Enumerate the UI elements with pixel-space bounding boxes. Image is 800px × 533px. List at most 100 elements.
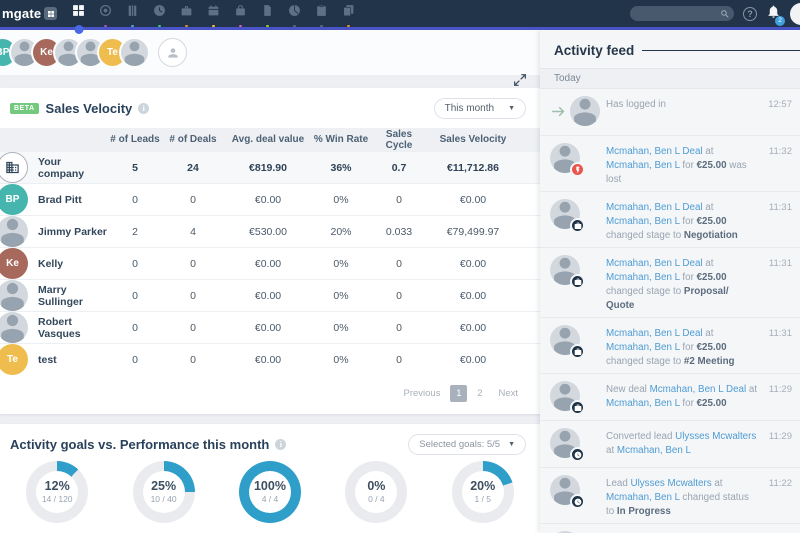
table-cell: 0% [310, 258, 372, 270]
logo-badge-icon [44, 7, 57, 20]
feed-item[interactable]: Mcmahan, Ben L Deal at Mcmahan, Ben L fo… [540, 318, 800, 374]
expand-feed-button[interactable] [512, 72, 530, 90]
nav-item-products[interactable] [227, 0, 254, 27]
table-body: Your company 524€819.9036%0.7€11,712.86 … [0, 151, 540, 375]
info-icon[interactable]: i [138, 103, 149, 114]
nav-item-companies[interactable] [119, 0, 146, 27]
column-header: # of Deals [160, 134, 226, 145]
feed-item-text: New deal Mcmahan, Ben L Deal at Mcmahan,… [606, 381, 764, 416]
beta-badge: BETA [10, 103, 39, 114]
logo-text: mgate [2, 6, 41, 21]
info-icon[interactable]: i [275, 439, 286, 450]
feed-item[interactable]: New deal Mcmahan, Ben L Deal at Mcmahan,… [540, 374, 800, 421]
column-header: Sales Cycle [372, 129, 426, 151]
table-row[interactable]: Jimmy Parker 24€530.0020%0.033€79,499.97 [0, 215, 540, 247]
next-page-button[interactable]: Next [492, 385, 524, 402]
app-logo[interactable]: mgate [0, 6, 57, 21]
table-row[interactable]: Tetest 00€0.000%0€0.00 [0, 343, 540, 375]
notifications-button[interactable]: 2 [766, 4, 781, 24]
table-row[interactable]: KeKelly 00€0.000%0€0.00 [0, 247, 540, 279]
feed-text-segment: at [606, 445, 617, 456]
global-search-input[interactable] [630, 6, 734, 21]
active-nav-indicator [74, 25, 83, 34]
feed-item[interactable]: Mcmahan, Ben L Deal at Mcmahan, Ben L fo… [540, 192, 800, 248]
feed-link[interactable]: Ulysses Mcwalters [631, 478, 712, 489]
navbar-right-tools: ? 2 [630, 3, 800, 25]
page-button-2[interactable]: 2 [471, 385, 488, 402]
selected-goals-dropdown[interactable]: Selected goals: 5/5 ▼ [408, 434, 526, 455]
goal-meetings-planned: 100% 4 / 4 Meetings planned [217, 461, 323, 533]
user-avatar[interactable] [790, 3, 800, 25]
row-name: Marry Sullinger [38, 284, 110, 308]
period-selector-dropdown[interactable]: This month ▼ [434, 98, 526, 119]
feed-link[interactable]: Mcmahan, Ben L [606, 342, 680, 353]
feed-item[interactable]: Lead Ulysses Mcwalters at Mcmahan, Ben L… [540, 468, 800, 524]
app-window: mgate [0, 0, 800, 533]
table-cell: 0% [310, 354, 372, 366]
pagination: Previous 12 Next [0, 375, 540, 414]
feed-bold-text: Negotiation [684, 230, 738, 241]
feed-item[interactable]: Lead Ulysses Mcwalters at Mcmahan, Ben L… [540, 524, 800, 533]
expand-icon [512, 72, 528, 88]
table-cell: €0.00 [426, 290, 520, 302]
table-row[interactable]: BPBrad Pitt 00€0.000%0€0.00 [0, 183, 540, 215]
nav-item-deals[interactable] [173, 0, 200, 27]
feed-text-segment: Lead [606, 478, 631, 489]
grid-icon [72, 4, 85, 22]
table-row[interactable]: Robert Vasques 00€0.000%0€0.00 [0, 311, 540, 343]
feed-link[interactable]: Mcmahan, Ben L [617, 445, 691, 456]
nav-item-activities[interactable] [146, 0, 173, 27]
feed-link[interactable]: Mcmahan, Ben L Deal [606, 258, 703, 269]
table-row[interactable]: Marry Sullinger 00€0.000%0€0.00 [0, 279, 540, 311]
nav-item-goals[interactable] [92, 0, 119, 27]
feed-link[interactable]: Mcmahan, Ben L [606, 398, 680, 409]
add-team-member-button[interactable] [158, 38, 187, 67]
feed-link[interactable]: Mcmahan, Ben L [606, 272, 680, 283]
main-navigation [65, 0, 362, 27]
previous-page-button[interactable]: Previous [397, 385, 446, 402]
feed-link[interactable]: Mcmahan, Ben L [606, 160, 680, 171]
table-cell: 36% [310, 162, 372, 174]
table-cell: 0% [310, 194, 372, 206]
nav-item-documents[interactable] [254, 0, 281, 27]
row-name: Kelly [38, 258, 63, 270]
help-icon[interactable]: ? [743, 7, 757, 21]
nav-item-reports[interactable] [335, 0, 362, 27]
feed-link[interactable]: Mcmahan, Ben L [606, 216, 680, 227]
table-cell: 5 [110, 162, 160, 174]
team-member-avatar[interactable] [119, 37, 150, 68]
nav-item-dashboard[interactable] [65, 0, 92, 27]
page-button-1[interactable]: 1 [450, 385, 467, 402]
activity-feed-panel: Activity feed Today Has logged in 12:57 … [540, 30, 800, 533]
feed-link[interactable]: Mcmahan, Ben L Deal [606, 328, 703, 339]
table-cell: €0.00 [226, 354, 310, 366]
feed-item[interactable]: Converted lead Ulysses Mcwalters at Mcma… [540, 421, 800, 468]
feed-link[interactable]: Mcmahan, Ben L Deal [606, 202, 703, 213]
nav-item-calendar[interactable] [200, 0, 227, 27]
feed-item[interactable]: Mcmahan, Ben L Deal at Mcmahan, Ben L fo… [540, 136, 800, 192]
feed-text-segment: changed stage to [606, 230, 684, 241]
table-cell: 0 [372, 290, 426, 302]
feed-item[interactable]: Mcmahan, Ben L Deal at Mcmahan, Ben L fo… [540, 248, 800, 318]
goal-fraction: 14 / 120 [42, 494, 73, 504]
nav-item-insights[interactable] [281, 0, 308, 27]
feed-link[interactable]: Mcmahan, Ben L Deal [606, 146, 703, 157]
feed-item[interactable]: Has logged in 12:57 [540, 89, 800, 136]
goal-percent: 100% [254, 480, 286, 493]
feed-link[interactable]: Mcmahan, Ben L [606, 492, 680, 503]
table-cell: €0.00 [226, 194, 310, 206]
nav-item-tasks[interactable] [308, 0, 335, 27]
feed-link[interactable]: Mcmahan, Ben L Deal [650, 384, 747, 395]
feed-link[interactable]: Ulysses Mcwalters [675, 431, 756, 442]
feed-text-segment: for [680, 398, 697, 409]
feed-avatar [550, 428, 580, 458]
feed-text-segment: changed stage to [606, 286, 684, 297]
user-initials-avatar: Te [0, 344, 28, 375]
table-row[interactable]: Your company 524€819.9036%0.7€11,712.86 [0, 151, 540, 183]
feed-avatar [550, 381, 580, 411]
table-cell: 0 [110, 290, 160, 302]
feed-text-segment: at [703, 146, 714, 157]
table-cell: €0.00 [226, 290, 310, 302]
user-photo-avatar [0, 280, 28, 311]
table-cell: 4 [160, 226, 226, 238]
